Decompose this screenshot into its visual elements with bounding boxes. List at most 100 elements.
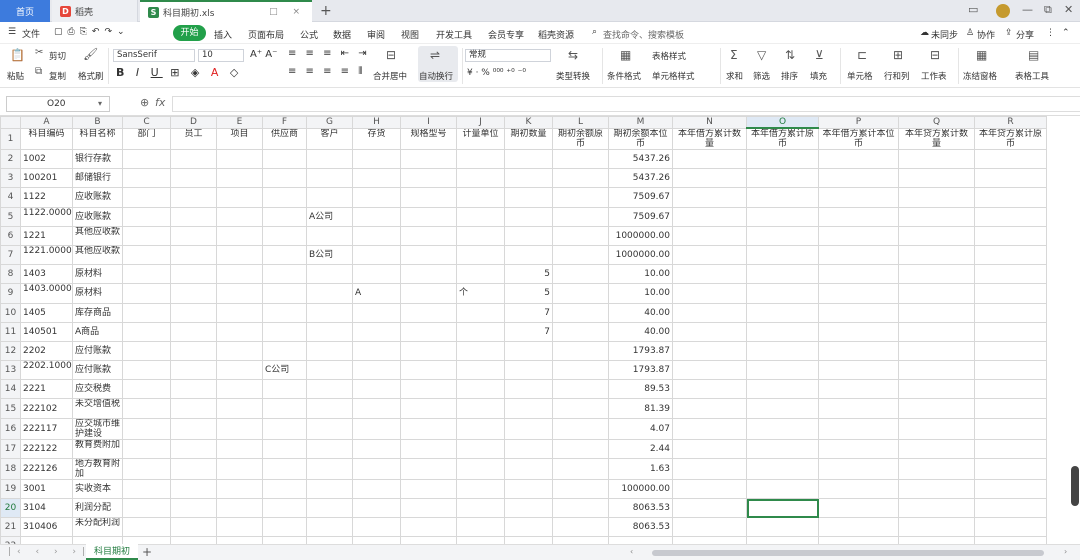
cell-K4[interactable]	[504, 187, 553, 208]
cell-O6[interactable]	[746, 225, 819, 246]
cell-A21[interactable]: 310406	[20, 517, 73, 538]
cell-B11[interactable]: A商品	[72, 321, 123, 342]
cell-E7[interactable]	[216, 244, 263, 266]
fill-button[interactable]: 填充	[810, 70, 827, 82]
row-header[interactable]: 7	[0, 244, 21, 266]
cell-G21[interactable]	[306, 517, 353, 538]
cell-J19[interactable]	[456, 478, 505, 500]
cell-F11[interactable]	[262, 321, 307, 342]
cell-R8[interactable]	[974, 264, 1047, 285]
cell-A6[interactable]: 1221	[20, 225, 73, 246]
collab-button[interactable]: 协作	[977, 28, 995, 41]
cell-I11[interactable]	[400, 321, 457, 342]
cell-F13[interactable]: C公司	[262, 360, 307, 381]
cell-N18[interactable]	[672, 457, 747, 480]
cell-H2[interactable]	[352, 148, 401, 170]
cell-H18[interactable]	[352, 457, 401, 480]
cell-O17[interactable]	[746, 438, 819, 459]
row-header[interactable]: 11	[0, 321, 21, 342]
cell-E4[interactable]	[216, 187, 263, 208]
cell-C14[interactable]	[122, 379, 171, 400]
menu-data[interactable]: 数据	[333, 28, 351, 41]
cell-O18[interactable]	[746, 457, 819, 480]
cell-M9[interactable]: 10.00	[608, 283, 673, 304]
cell-P14[interactable]	[818, 379, 899, 400]
cell-E9[interactable]	[216, 283, 263, 304]
cell-O16[interactable]	[746, 417, 819, 440]
cell-G5[interactable]: A公司	[306, 206, 353, 227]
cell-D9[interactable]	[170, 283, 217, 304]
quick-access-icons[interactable]: ▢⎙⎘↶↷⌄	[54, 27, 130, 37]
cell-D14[interactable]	[170, 379, 217, 400]
cell-M22[interactable]	[608, 536, 673, 544]
paste-icon[interactable]: 📋	[10, 48, 25, 62]
cell-R1[interactable]: 本年贷方累计原币	[974, 127, 1047, 150]
cell-K8[interactable]: 5	[504, 264, 553, 285]
cell-G1[interactable]: 客户	[306, 127, 353, 150]
cell-I20[interactable]	[400, 497, 457, 519]
row-header[interactable]: 12	[0, 340, 21, 362]
cell-E8[interactable]	[216, 264, 263, 285]
cell-A2[interactable]: 1002	[20, 148, 73, 170]
cell-B9[interactable]: 原材料	[72, 283, 123, 304]
cell-N2[interactable]	[672, 148, 747, 170]
cell-P22[interactable]	[818, 536, 899, 544]
cell-N22[interactable]	[672, 536, 747, 544]
cell-F1[interactable]: 供应商	[262, 127, 307, 150]
cell-G14[interactable]	[306, 379, 353, 400]
cell-P2[interactable]	[818, 148, 899, 170]
cell-I16[interactable]	[400, 417, 457, 440]
align-icons-2[interactable]: ≡ ≡ ≡ ≡ ⫴	[288, 66, 365, 77]
column-header-F[interactable]: F	[262, 116, 307, 129]
cell-O10[interactable]	[746, 302, 819, 323]
cell-L2[interactable]	[552, 148, 609, 170]
cell-H11[interactable]	[352, 321, 401, 342]
cell-Q2[interactable]	[898, 148, 975, 170]
cell-D2[interactable]	[170, 148, 217, 170]
cell-K9[interactable]: 5	[504, 283, 553, 304]
menu-file[interactable]: 文件	[22, 27, 40, 40]
column-header-D[interactable]: D	[170, 116, 217, 129]
cell-D18[interactable]	[170, 457, 217, 480]
cell-Q4[interactable]	[898, 187, 975, 208]
cell-C1[interactable]: 部门	[122, 127, 171, 150]
cell-G3[interactable]	[306, 168, 353, 189]
cell-P9[interactable]	[818, 283, 899, 304]
cell-P16[interactable]	[818, 417, 899, 440]
cell-M20[interactable]: 8063.53	[608, 497, 673, 519]
cell-M14[interactable]: 89.53	[608, 379, 673, 400]
cell-I1[interactable]: 规格型号	[400, 127, 457, 150]
font-style-icons[interactable]: B I U ⊞ ◈ A ◇	[116, 66, 242, 79]
cell-F9[interactable]	[262, 283, 307, 304]
cell-J7[interactable]	[456, 244, 505, 266]
cut-button[interactable]: 剪切	[49, 50, 66, 62]
cell-G18[interactable]	[306, 457, 353, 480]
cell-K12[interactable]	[504, 340, 553, 362]
cell-K15[interactable]	[504, 398, 553, 419]
cell-K3[interactable]	[504, 168, 553, 189]
cell-P13[interactable]	[818, 360, 899, 381]
add-sheet-button[interactable]: +	[142, 545, 152, 559]
cell-Q5[interactable]	[898, 206, 975, 227]
cell-J16[interactable]	[456, 417, 505, 440]
cell-O5[interactable]	[746, 206, 819, 227]
cell-B4[interactable]: 应收账款	[72, 187, 123, 208]
cell-F7[interactable]	[262, 244, 307, 266]
cell-E22[interactable]	[216, 536, 263, 544]
cell-P19[interactable]	[818, 478, 899, 500]
freeze-panes-button[interactable]: 冻结窗格	[963, 70, 997, 82]
column-header-R[interactable]: R	[974, 116, 1047, 129]
cell-P5[interactable]	[818, 206, 899, 227]
cell-B19[interactable]: 实收资本	[72, 478, 123, 500]
cell-M17[interactable]: 2.44	[608, 438, 673, 459]
cell-F10[interactable]	[262, 302, 307, 323]
cell-F21[interactable]	[262, 517, 307, 538]
cell-B6[interactable]: 其他应收款	[72, 225, 123, 246]
cell-B14[interactable]: 应交税费	[72, 379, 123, 400]
cell-G4[interactable]	[306, 187, 353, 208]
cell-M7[interactable]: 1000000.00	[608, 244, 673, 266]
cell-P18[interactable]	[818, 457, 899, 480]
cell-C6[interactable]	[122, 225, 171, 246]
cell-E13[interactable]	[216, 360, 263, 381]
cell-E17[interactable]	[216, 438, 263, 459]
